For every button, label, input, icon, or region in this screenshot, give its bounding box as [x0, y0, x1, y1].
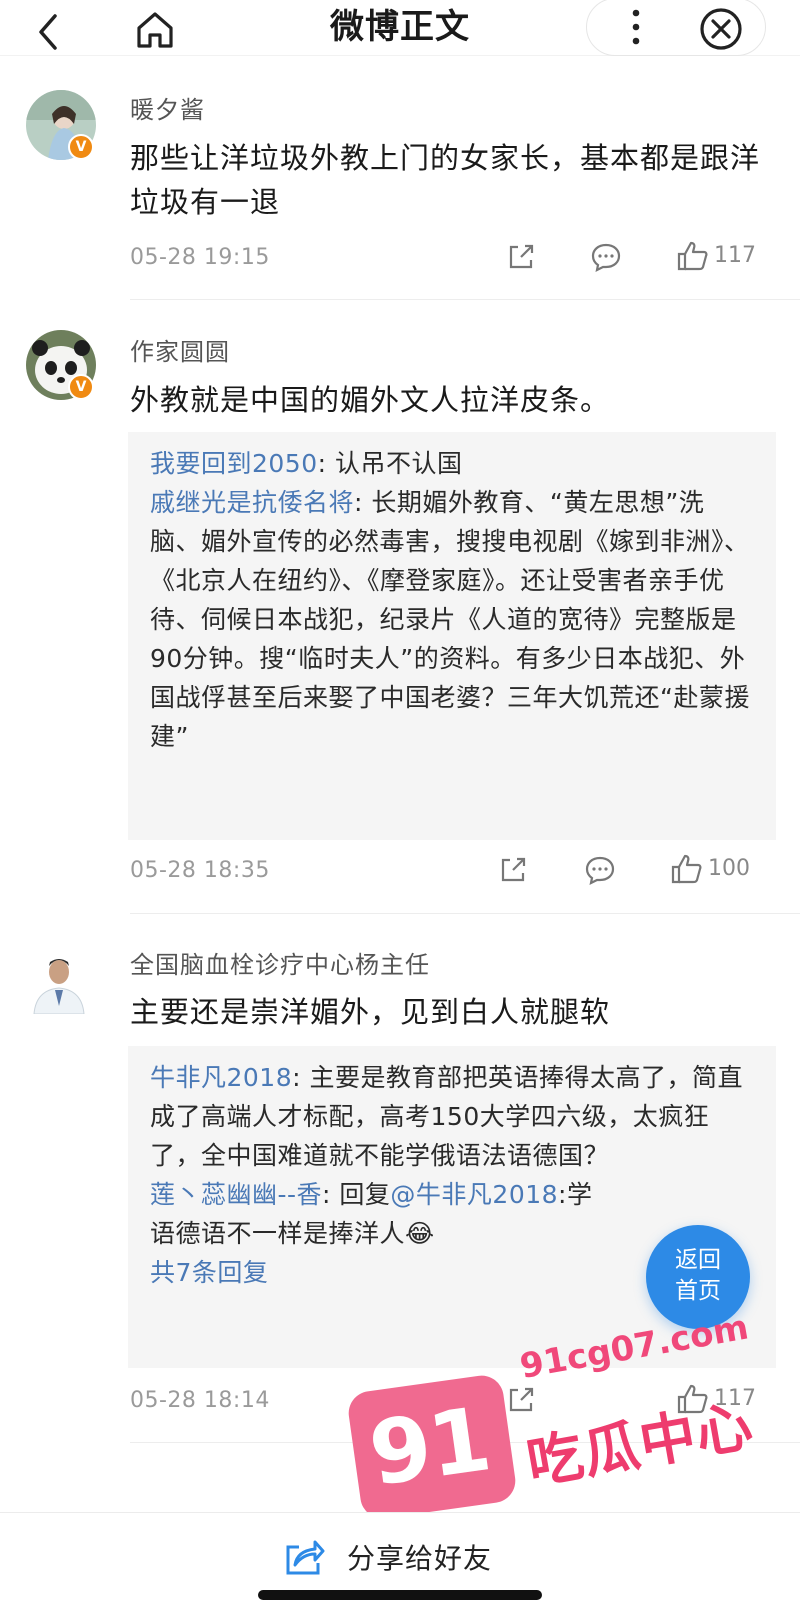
more-button[interactable]	[610, 2, 662, 52]
forward-icon	[501, 857, 526, 882]
laughing-emoji: 😂	[405, 1219, 435, 1248]
like-count: 117	[714, 243, 756, 268]
like-action[interactable]: 117	[676, 240, 756, 272]
home-indicator	[258, 1590, 542, 1600]
thumbs-up-icon	[671, 854, 702, 884]
reply-action[interactable]	[584, 855, 616, 885]
divider	[130, 299, 800, 300]
forward-icon	[509, 244, 534, 269]
watermark-slogan: 吃瓜中心	[522, 1393, 759, 1498]
close-circle-icon	[700, 8, 742, 50]
home-icon	[137, 12, 173, 48]
reply-mention[interactable]: @牛非凡2018	[390, 1180, 558, 1209]
reply-text: :学	[558, 1180, 593, 1209]
close-button[interactable]	[696, 4, 746, 54]
verified-badge: V	[68, 134, 94, 160]
reply-action[interactable]	[590, 242, 622, 272]
reply-username[interactable]: 我要回到2050	[150, 449, 318, 478]
watermark: 91 91cg07.com 吃瓜中心	[345, 1307, 780, 1525]
comment-icon	[591, 243, 621, 272]
comment-text: 那些让洋垃圾外教上门的女家长，基本都是跟洋垃圾有一退	[130, 141, 761, 219]
share-action[interactable]	[498, 855, 528, 885]
share-icon	[286, 1540, 325, 1575]
back-home-line1: 返回	[675, 1247, 721, 1273]
reply-text: : 长期媚外教育、“黄左思想”洗脑、媚外宣传的必然毒害，搜搜电视剧《嫁到非洲》、…	[150, 488, 750, 751]
page-title: 微博正文	[330, 7, 470, 47]
reply-box: 我要回到2050: 认吊不认国 戚继光是抗倭名将: 长期媚外教育、“黄左思想”洗…	[128, 432, 776, 840]
avatar-photo	[24, 944, 94, 1014]
back-home-line2: 首页	[675, 1278, 721, 1304]
reply-item[interactable]: 牛非凡2018: 主要是教育部把英语捧得太高了，简直成了高端人才标配，高考150…	[150, 1058, 754, 1175]
comment-icon	[585, 856, 615, 885]
comment-text: 外教就是中国的媚外文人拉洋皮条。	[130, 383, 611, 417]
share-label: 分享给好友	[347, 1542, 493, 1575]
comment-text: 主要还是崇洋媚外，见到白人就腿软	[130, 995, 611, 1029]
comment-username[interactable]: 作家圆圆	[130, 337, 230, 367]
verified-badge: V	[68, 374, 94, 400]
more-vertical-icon	[632, 9, 640, 45]
share-to-friends-button[interactable]: 分享给好友	[283, 1537, 492, 1577]
comment-username[interactable]: 全国脑血栓诊疗中心杨主任	[130, 950, 430, 980]
chevron-left-icon	[39, 14, 57, 50]
comment-time: 05-28 19:15	[130, 245, 270, 270]
like-action[interactable]: 100	[670, 853, 750, 885]
reply-text: : 认吊不认国	[317, 449, 463, 478]
reply-username[interactable]: 莲丶蕊幽幽--香	[150, 1180, 322, 1209]
comment-time: 05-28 18:35	[130, 858, 270, 883]
avatar[interactable]	[24, 944, 94, 1014]
reply-item[interactable]: 我要回到2050: 认吊不认国	[150, 444, 754, 483]
thumbs-up-icon	[677, 241, 708, 271]
watermark-badge-number: 91	[363, 1387, 495, 1506]
reply-username[interactable]: 戚继光是抗倭名将	[150, 488, 354, 517]
comment-time: 05-28 18:14	[130, 1388, 270, 1413]
reply-text: 语德语不一样是捧洋人	[150, 1219, 406, 1248]
share-action[interactable]	[506, 242, 536, 272]
reply-item[interactable]: 戚继光是抗倭名将: 长期媚外教育、“黄左思想”洗脑、媚外宣传的必然毒害，搜搜电视…	[150, 483, 754, 756]
like-count: 100	[708, 856, 750, 881]
comment-username[interactable]: 暖夕酱	[130, 95, 205, 125]
reply-username[interactable]: 牛非凡2018	[150, 1063, 292, 1092]
home-button[interactable]	[130, 6, 180, 54]
divider	[130, 913, 800, 914]
back-button[interactable]	[26, 10, 70, 54]
top-bar: 微博正文	[0, 0, 800, 56]
reply-text: : 回复	[322, 1180, 391, 1209]
